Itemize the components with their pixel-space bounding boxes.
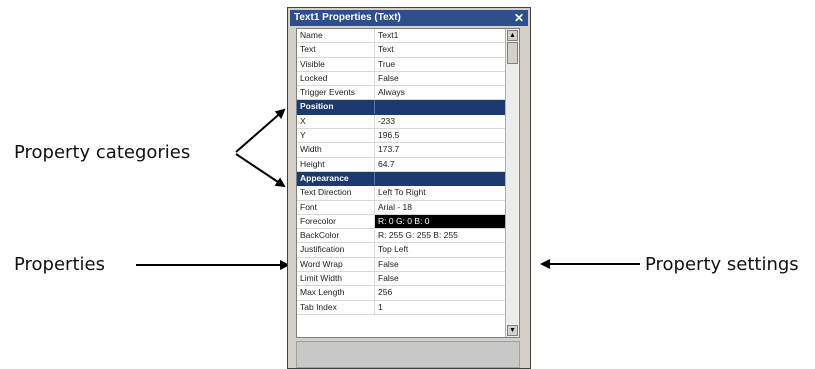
property-row[interactable]: Text Text — [297, 43, 506, 58]
property-name: Locked — [297, 71, 375, 86]
property-value[interactable]: -233 — [375, 115, 506, 128]
property-value[interactable]: True — [375, 58, 506, 71]
property-value[interactable]: R: 0 G: 0 B: 0 — [375, 214, 506, 229]
property-row[interactable]: Locked False — [297, 71, 506, 87]
property-row[interactable]: Limit Width False — [297, 272, 506, 287]
properties-window: Text1 Properties (Text) ✕ Name Text1 Text T… — [287, 7, 531, 369]
property-value[interactable]: False — [375, 72, 506, 85]
property-row[interactable]: Tab Index 1 — [297, 300, 506, 315]
property-name: Width — [297, 143, 375, 157]
property-name: X — [297, 114, 375, 129]
property-value[interactable]: Text1 — [375, 29, 506, 42]
property-row[interactable]: Height 64.7 — [297, 157, 506, 172]
property-row[interactable]: Visible True — [297, 57, 506, 72]
property-row[interactable]: X -233 — [297, 114, 506, 130]
property-value[interactable]: 64.7 — [375, 158, 506, 171]
vertical-scrollbar[interactable]: ▲ ▼ — [505, 29, 519, 337]
property-row[interactable]: Forecolor R: 0 G: 0 B: 0 — [297, 214, 506, 230]
property-value[interactable]: R: 255 G: 255 B: 255 — [375, 229, 506, 242]
property-name: Max Length — [297, 286, 375, 300]
property-value[interactable]: Text — [375, 43, 506, 56]
property-name: Visible — [297, 57, 375, 71]
property-value[interactable]: 173.7 — [375, 143, 506, 156]
property-row[interactable]: Word Wrap False — [297, 257, 506, 273]
property-row[interactable]: Name Text1 — [297, 29, 506, 44]
property-name: Tab Index — [297, 300, 375, 314]
category-value — [375, 172, 506, 185]
property-name: Name — [297, 29, 375, 43]
scroll-up-icon[interactable]: ▲ — [507, 30, 518, 41]
description-panel — [296, 341, 520, 368]
property-name: Limit Width — [297, 272, 375, 286]
category-row[interactable]: Position — [297, 100, 506, 115]
property-row[interactable]: Text Direction Left To Right — [297, 186, 506, 201]
property-name: BackColor — [297, 229, 375, 243]
arrow-to-position-category — [235, 108, 286, 153]
property-row[interactable]: Y 196.5 — [297, 129, 506, 144]
property-value[interactable]: 196.5 — [375, 129, 506, 142]
property-value[interactable]: False — [375, 272, 506, 285]
property-rows: Name Text1 Text Text Visible True Locked False T… — [297, 29, 506, 315]
property-name: Justification — [297, 243, 375, 257]
property-value[interactable]: 256 — [375, 286, 506, 299]
property-value[interactable]: False — [375, 258, 506, 271]
property-name: Text Direction — [297, 186, 375, 200]
property-name: Height — [297, 157, 375, 171]
category-value — [375, 100, 506, 113]
window-titlebar[interactable]: Text1 Properties (Text) ✕ — [290, 10, 528, 26]
property-name: Y — [297, 129, 375, 143]
property-row[interactable]: Font Arial - 18 — [297, 200, 506, 215]
scroll-down-icon[interactable]: ▼ — [507, 325, 518, 336]
property-row[interactable]: Max Length 256 — [297, 286, 506, 301]
property-name: Text — [297, 43, 375, 57]
property-grid: Name Text1 Text Text Visible True Locked False T… — [296, 28, 520, 338]
property-name: Font — [297, 200, 375, 214]
scroll-thumb[interactable] — [507, 42, 518, 64]
property-row[interactable]: Justification Top Left — [297, 243, 506, 258]
property-name: Forecolor — [297, 214, 375, 229]
property-name: Word Wrap — [297, 257, 375, 272]
close-icon[interactable]: ✕ — [514, 10, 524, 26]
property-value[interactable]: Arial - 18 — [375, 201, 506, 214]
window-title: Text1 Properties (Text) — [294, 12, 401, 23]
category-row[interactable]: Appearance — [297, 171, 506, 187]
category-name: Position — [297, 100, 375, 114]
property-value[interactable]: 1 — [375, 301, 506, 314]
property-row[interactable]: Trigger Events Always — [297, 86, 506, 101]
arrow-to-appearance-category — [235, 153, 286, 188]
property-name: Trigger Events — [297, 86, 375, 100]
property-value[interactable]: Top Left — [375, 243, 506, 256]
property-value[interactable]: Always — [375, 86, 506, 99]
property-value[interactable]: Left To Right — [375, 186, 506, 199]
property-row[interactable]: Width 173.7 — [297, 143, 506, 158]
category-name: Appearance — [297, 171, 375, 186]
property-row[interactable]: BackColor R: 255 G: 255 B: 255 — [297, 229, 506, 244]
